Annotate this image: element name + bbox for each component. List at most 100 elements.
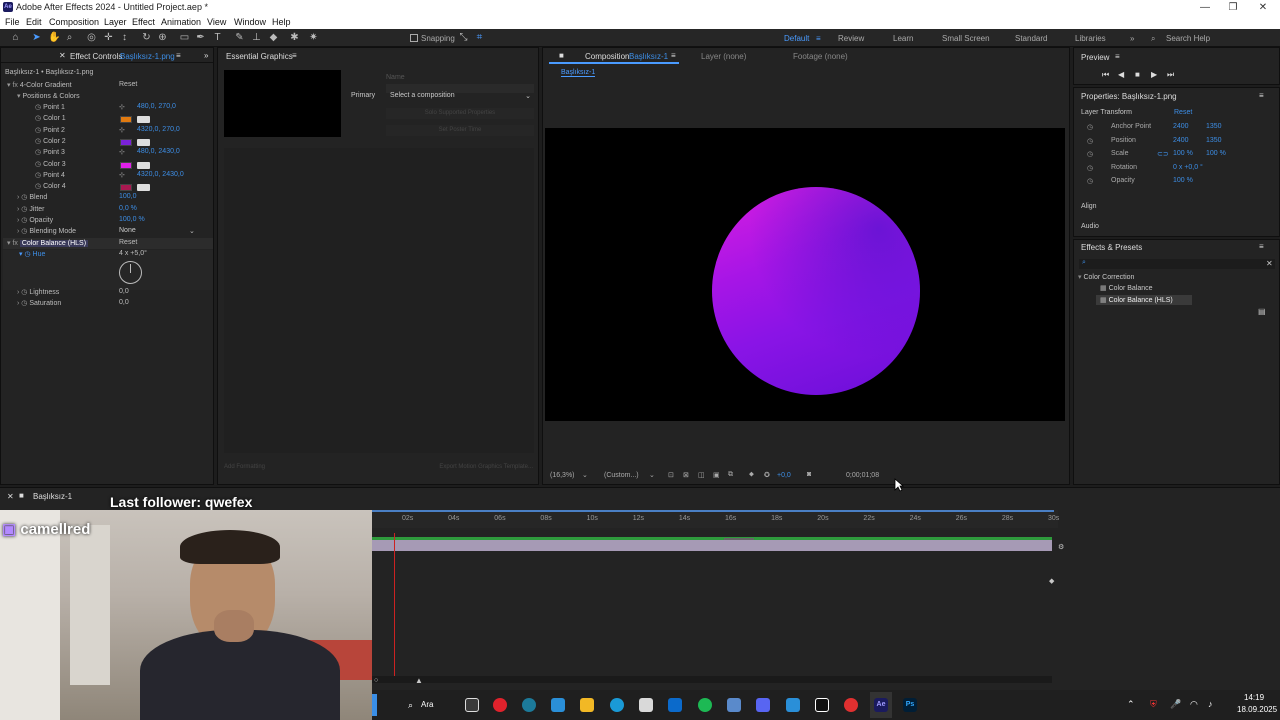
security-icon[interactable]: ⛨: [1150, 699, 1157, 710]
effects-search-input[interactable]: ⌕ ✕: [1079, 259, 1275, 269]
type-tool-icon[interactable]: T: [212, 32, 223, 43]
timeline-ruler[interactable]: 02s 04s 06s 08s 10s 12s 14s 16s 18s 20s 22s 24s 26s 2…: [372, 510, 1059, 528]
pen-tool-icon[interactable]: ✒: [195, 32, 206, 43]
footage-tab[interactable]: Footage (none): [793, 52, 848, 61]
stopwatch-icon[interactable]: ◷: [1087, 177, 1093, 185]
hand-tool-icon[interactable]: ✋: [48, 32, 60, 43]
eyedropper-icon[interactable]: [137, 116, 150, 124]
timeline-options-icon[interactable]: ⚙: [1058, 543, 1064, 551]
stopwatch-icon[interactable]: ◷: [1087, 164, 1093, 172]
timeline-comp-tab[interactable]: Başlıksız-1: [33, 492, 72, 501]
stopwatch-icon[interactable]: ◷: [35, 104, 43, 111]
workspace-small-screen[interactable]: Small Screen: [942, 34, 990, 43]
transform-value-2[interactable]: 100 %: [1206, 150, 1226, 157]
essential-graphics-tab[interactable]: Essential Graphics: [226, 52, 293, 61]
transform-value-2[interactable]: 1350: [1206, 137, 1222, 144]
chevron-down-icon[interactable]: ⌄: [189, 227, 195, 238]
comp-breadcrumb[interactable]: Başlıksız-1: [561, 69, 596, 77]
search-icon[interactable]: ⌕: [1151, 34, 1155, 44]
prop-label-color-3[interactable]: ◷ Color 3: [35, 160, 66, 171]
comp-tab-name[interactable]: Başlıksız-1: [629, 52, 668, 61]
outlook-icon[interactable]: [668, 698, 682, 712]
color-swatch[interactable]: [120, 138, 132, 146]
panel-menu-icon[interactable]: ≡: [1259, 91, 1264, 100]
timeline-scrollbar[interactable]: [372, 676, 1052, 683]
menu-layer[interactable]: Layer: [104, 17, 127, 27]
crosshair-icon[interactable]: ⊹: [119, 148, 125, 159]
rectangle-tool-icon[interactable]: ▭: [179, 32, 190, 43]
zoom-dropdown[interactable]: (16,3%): [550, 472, 575, 479]
prop-label-point-1[interactable]: ◷ Point 1: [35, 103, 65, 114]
wifi-icon[interactable]: ◠: [1190, 699, 1198, 710]
eg-primary-dropdown[interactable]: Select a composition ⌄: [386, 90, 534, 101]
eyedropper-icon[interactable]: [137, 161, 150, 169]
transparency-grid-icon[interactable]: ⊠: [683, 471, 689, 479]
selection-tool-icon[interactable]: ➤: [31, 32, 42, 43]
snap-grid-icon[interactable]: ⌗: [474, 32, 485, 43]
dolly-tool-icon[interactable]: ↕: [119, 32, 130, 43]
prop-value[interactable]: 4320,0, 270,0: [137, 126, 180, 137]
menu-help[interactable]: Help: [272, 17, 291, 27]
snapping-checkbox[interactable]: [410, 34, 418, 42]
workspace-default[interactable]: Default: [784, 34, 809, 43]
menu-edit[interactable]: Edit: [26, 17, 42, 27]
prop-label-color-1[interactable]: ◷ Color 1: [35, 114, 66, 125]
snap-magnet-icon[interactable]: ⤡: [458, 32, 469, 43]
color-swatch[interactable]: [120, 116, 132, 124]
transform-value-1[interactable]: 100 %: [1173, 150, 1193, 157]
timecode[interactable]: 0;00;01;08: [846, 472, 879, 479]
search-icon[interactable]: ⌕: [408, 700, 413, 711]
panel-menu-icon[interactable]: ≡: [1115, 52, 1120, 61]
effect-4-color-gradient[interactable]: ▾ fx 4-Color Gradient: [7, 81, 72, 92]
prop-value[interactable]: 480,0, 270,0: [137, 103, 176, 114]
color-swatch[interactable]: [120, 161, 132, 169]
prop-value[interactable]: 0,0 %: [119, 205, 137, 216]
stopwatch-icon[interactable]: ◷: [35, 161, 43, 168]
audio-section[interactable]: Audio: [1081, 223, 1099, 230]
spotify-icon[interactable]: [698, 698, 712, 712]
stopwatch-icon[interactable]: ◷: [35, 183, 43, 190]
orbit-tool-icon[interactable]: ◎: [86, 32, 97, 43]
maximize-button[interactable]: ❐: [1218, 0, 1248, 15]
gaming-icon[interactable]: [815, 698, 829, 712]
prop-value[interactable]: None: [119, 227, 136, 238]
crosshair-icon[interactable]: ⊹: [119, 171, 125, 182]
minimize-button[interactable]: —: [1190, 0, 1220, 15]
next-frame-icon[interactable]: ▶: [1151, 70, 1157, 79]
recording-icon[interactable]: [844, 698, 858, 712]
stopwatch-icon[interactable]: ◷: [35, 127, 43, 134]
prop-label-blend[interactable]: › ◷ Blend: [17, 193, 47, 204]
transform-reset-button[interactable]: Reset: [1174, 109, 1192, 116]
hamburger-icon[interactable]: ≡: [816, 34, 821, 43]
prop-label-point-4[interactable]: ◷ Point 4: [35, 171, 65, 182]
menu-composition[interactable]: Composition: [49, 17, 99, 27]
widgets-icon[interactable]: [551, 698, 565, 712]
eyedropper-icon[interactable]: [137, 184, 150, 192]
eg-poster-time-button[interactable]: Set Poster Time: [386, 125, 534, 136]
panel-menu-icon[interactable]: ≡: [1259, 242, 1264, 251]
zoom-tool-icon[interactable]: ⌕: [64, 32, 75, 43]
crosshair-icon[interactable]: ⊹: [119, 103, 125, 114]
pan-tool-icon[interactable]: ✛: [103, 32, 114, 43]
stopwatch-icon[interactable]: ◷: [35, 172, 43, 179]
reset-gradient-button[interactable]: Reset: [119, 81, 137, 92]
prop-value[interactable]: 480,0, 2430,0: [137, 148, 180, 159]
align-section[interactable]: Align: [1081, 203, 1097, 210]
resolution-dropdown[interactable]: (Custom...): [604, 472, 639, 479]
workspace-learn[interactable]: Learn: [893, 34, 913, 43]
panel-expand-icon[interactable]: »: [204, 51, 208, 60]
chevron-down-icon[interactable]: ⌄: [582, 471, 588, 479]
color-swatch[interactable]: [120, 184, 132, 192]
menu-animation[interactable]: Animation: [161, 17, 201, 27]
stopwatch-icon[interactable]: ◷: [1087, 137, 1093, 145]
home-icon[interactable]: ⌂: [10, 32, 21, 43]
timeline-close-icon[interactable]: ✕: [7, 492, 14, 501]
chevron-up-icon[interactable]: ⌃: [1127, 699, 1135, 710]
transform-value-1[interactable]: 100 %: [1173, 177, 1193, 184]
crosshair-icon[interactable]: ⊹: [119, 126, 125, 137]
menu-view[interactable]: View: [207, 17, 226, 27]
link-icon[interactable]: ⊂⊃: [1157, 150, 1169, 158]
stopwatch-icon[interactable]: ◷: [35, 138, 43, 145]
comp-tab-label[interactable]: Composition: [585, 52, 629, 61]
prop-label-color-4[interactable]: ◷ Color 4: [35, 182, 66, 193]
